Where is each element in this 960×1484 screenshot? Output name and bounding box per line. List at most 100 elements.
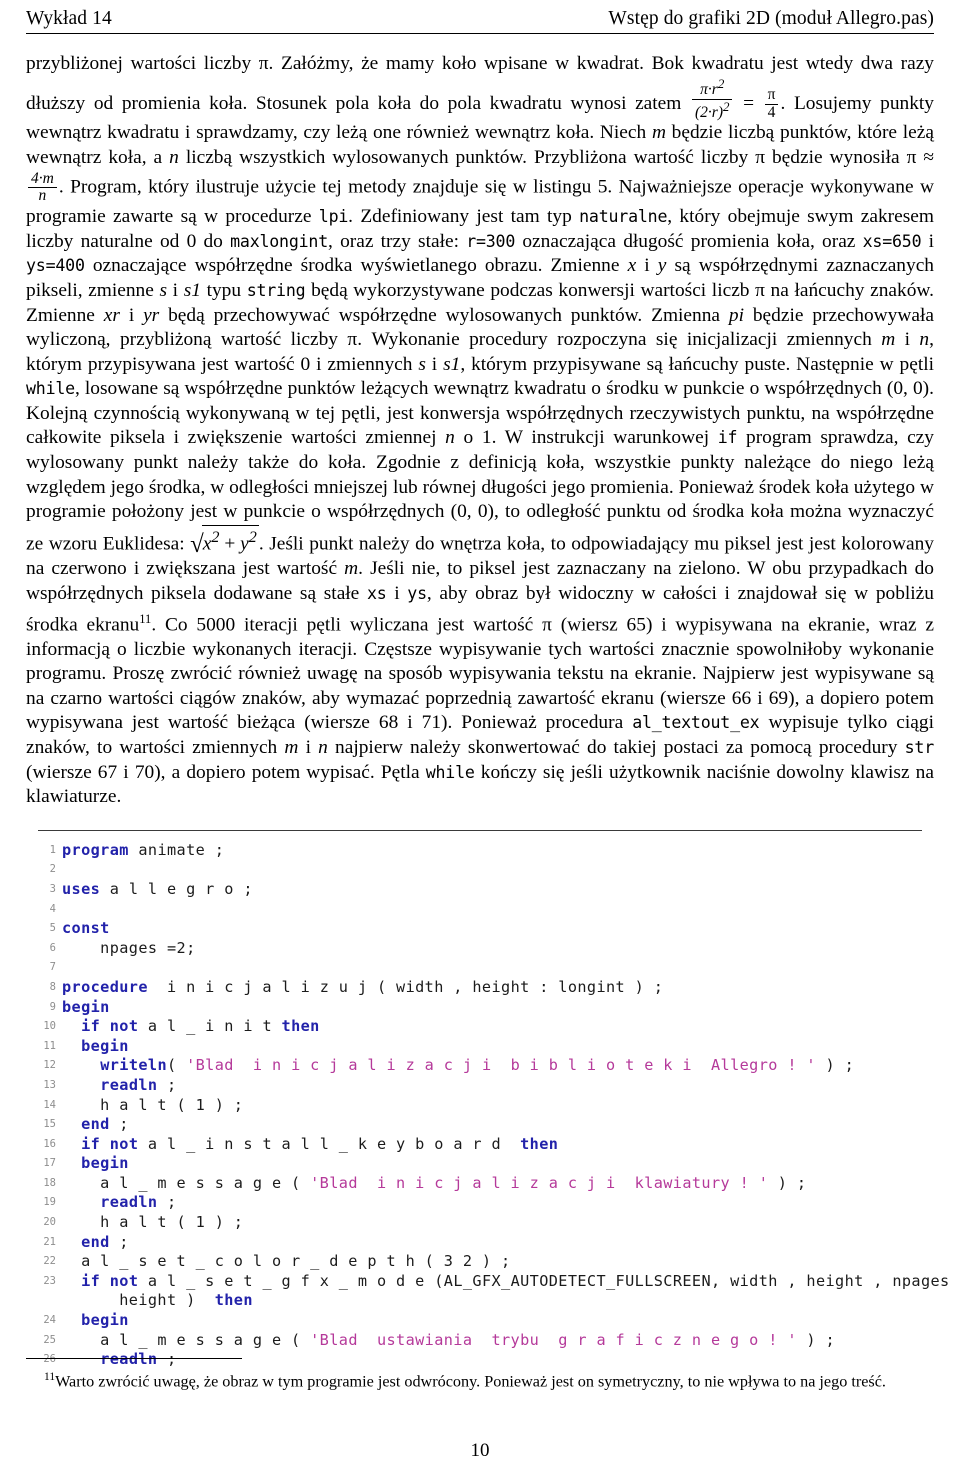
code-token-kw: begin <box>81 1311 129 1330</box>
code-line: 22 a l _ s e t _ c o l o r _ d e p t h (… <box>30 1252 934 1272</box>
fraction-numerator: 4·m <box>31 169 54 187</box>
text-segment: będą przechowywać współrzędne wylosowany… <box>159 304 729 326</box>
text-segment: typu <box>200 279 247 301</box>
code-line-content: begin <box>62 1311 129 1331</box>
code-line-content: end ; <box>62 1115 129 1135</box>
code-line-content <box>62 860 72 880</box>
code-line-number: 7 <box>49 961 56 974</box>
code-token-pl: a l _ m e s s a g e ( <box>62 1330 311 1349</box>
code-token-pl: ) ; <box>796 1330 836 1349</box>
code-line-number: 17 <box>43 1157 56 1170</box>
code-token-kw: begin <box>81 1036 129 1055</box>
code-token-pl: a l _ s e t _ g f x _ m o d e (AL_GFX_AU… <box>147 1271 960 1290</box>
code-naturalne: naturalne <box>579 207 668 227</box>
text-segment: o 1. W instrukcji warunkowej <box>454 427 718 449</box>
code-line: 16 if not a l _ i n s t a l l _ k e y b … <box>30 1135 934 1155</box>
text-segment: i <box>921 230 934 252</box>
code-xs-const: xs=650 <box>862 231 922 251</box>
code-token-pl: h a l t ( 1 ) ; <box>62 1213 244 1232</box>
code-line: 8 procedure i n i c j a l i z u j ( width… <box>30 978 934 998</box>
code-line-content: readln ; <box>62 1193 177 1213</box>
code-line-content: if not a l _ i n s t a l l _ k e y b o a… <box>62 1135 558 1155</box>
code-line-content: writeln( 'Blad i n i c j a l i z a c j i… <box>62 1056 854 1076</box>
fraction-denominator: (2·r) <box>694 103 723 121</box>
footnote-reference[interactable]: 11 <box>139 612 151 626</box>
code-if-keyword: if <box>717 428 738 448</box>
code-lpi: lpi <box>318 207 349 227</box>
variable-n: n <box>318 737 328 758</box>
code-line: 25 a l _ m e s s a g e ( 'Blad ustawiani… <box>30 1331 934 1351</box>
code-token-str: 'Blad i n i c j a l i z a c j i b i b l … <box>186 1056 816 1075</box>
footnote-rule <box>26 1358 242 1360</box>
code-token-kw: begin <box>81 1154 129 1173</box>
code-line-number: 22 <box>43 1255 56 1268</box>
radicand-plus: + <box>219 533 241 555</box>
code-token-pl: ; <box>157 1193 177 1212</box>
code-token-pl: ( <box>167 1056 187 1075</box>
code-line-content: const <box>62 919 110 939</box>
text-segment: liczbą wszystkich wylosowanych punktów. … <box>178 147 756 169</box>
code-line: 6 npages =2; <box>30 939 934 959</box>
text-segment: i <box>425 353 444 375</box>
text-segment: (wiersze 67 i 70), a dopiero potem wypis… <box>26 761 426 783</box>
variable-pi: pi <box>728 304 744 326</box>
text-segment: najpierw należy skonwertować do takiej p… <box>327 737 905 758</box>
code-token-kw: not <box>109 1134 139 1153</box>
code-line: 3 uses a l l e g r o ; <box>30 880 934 900</box>
code-line-content: a l _ m e s s a g e ( 'Blad i n i c j a … <box>62 1174 806 1194</box>
paragraph-main: przybliżonej wartości liczby π. Załóżmy,… <box>26 52 934 810</box>
text-segment: . Zdefiniowany jest tam typ <box>348 206 580 228</box>
code-line-number: 2 <box>49 863 56 876</box>
variable-n: n <box>919 329 930 351</box>
footnote-number: 11 <box>44 1371 56 1384</box>
code-ys-const: ys=400 <box>26 256 85 276</box>
variable-s1: s1 <box>443 353 461 375</box>
text-segment: będą wykorzystywane podczas konwersji wa… <box>305 279 756 301</box>
fraction-denominator: 4 <box>764 103 779 122</box>
code-line: 1 program animate ; <box>30 841 934 861</box>
code-token-pl: ; <box>157 1075 177 1094</box>
code-line: 15 end ; <box>30 1115 934 1135</box>
text-segment: i <box>895 329 920 351</box>
code-line-number: 21 <box>43 1235 56 1248</box>
code-token-pl: a l _ s e t _ c o l o r _ d e p t h ( 3 … <box>62 1252 511 1271</box>
code-token-kw: const <box>62 919 110 938</box>
code-line-content: a l _ m e s s a g e ( 'Blad ustawiania t… <box>62 1331 835 1351</box>
code-token-kw: program <box>62 840 129 859</box>
code-line-content: npages =2; <box>62 939 196 959</box>
code-line-content: begin <box>62 998 110 1018</box>
code-token-pl: a l _ m e s s a g e ( <box>62 1173 311 1192</box>
code-token-pl: animate ; <box>128 840 225 859</box>
code-line-number: 16 <box>43 1137 56 1150</box>
code-line-number: 9 <box>49 1000 56 1013</box>
variable-s: s <box>159 279 168 301</box>
code-line-content: begin <box>62 1154 129 1174</box>
code-token-pl: height ) <box>62 1291 215 1310</box>
running-head-left: Wykład 14 <box>26 8 112 29</box>
code-line-number: 14 <box>43 1098 56 1111</box>
code-token-pl: a l _ i n s t a l l _ k e y b o a r d <box>138 1134 521 1153</box>
code-line-content: if not a l _ s e t _ g f x _ m o d e (AL… <box>62 1272 960 1292</box>
code-line-content: end ; <box>62 1233 129 1253</box>
page-number: 10 <box>470 1440 490 1461</box>
code-token-pl: ) ; <box>815 1056 855 1075</box>
code-string-type: string <box>246 280 306 300</box>
code-line-number: 5 <box>49 922 56 935</box>
code-line-content <box>62 900 72 920</box>
code-line: 9 begin <box>30 998 934 1018</box>
text-segment: i <box>167 279 184 301</box>
variable-s: s <box>418 353 426 375</box>
code-token-kw: if <box>81 1134 101 1153</box>
code-line: 7 <box>30 958 934 978</box>
code-line-number: 4 <box>49 902 56 915</box>
text-segment: i <box>636 255 658 277</box>
code-token-pl: ; <box>109 1232 129 1251</box>
body-text: przybliżonej wartości liczby π. Załóżmy,… <box>26 52 934 810</box>
text-segment: , którym przypisywane są łańcuchy puste.… <box>460 353 934 375</box>
variable-yr: yr <box>143 304 160 326</box>
code-line-number: 15 <box>43 1118 56 1131</box>
code-token-kw: if <box>81 1017 101 1036</box>
